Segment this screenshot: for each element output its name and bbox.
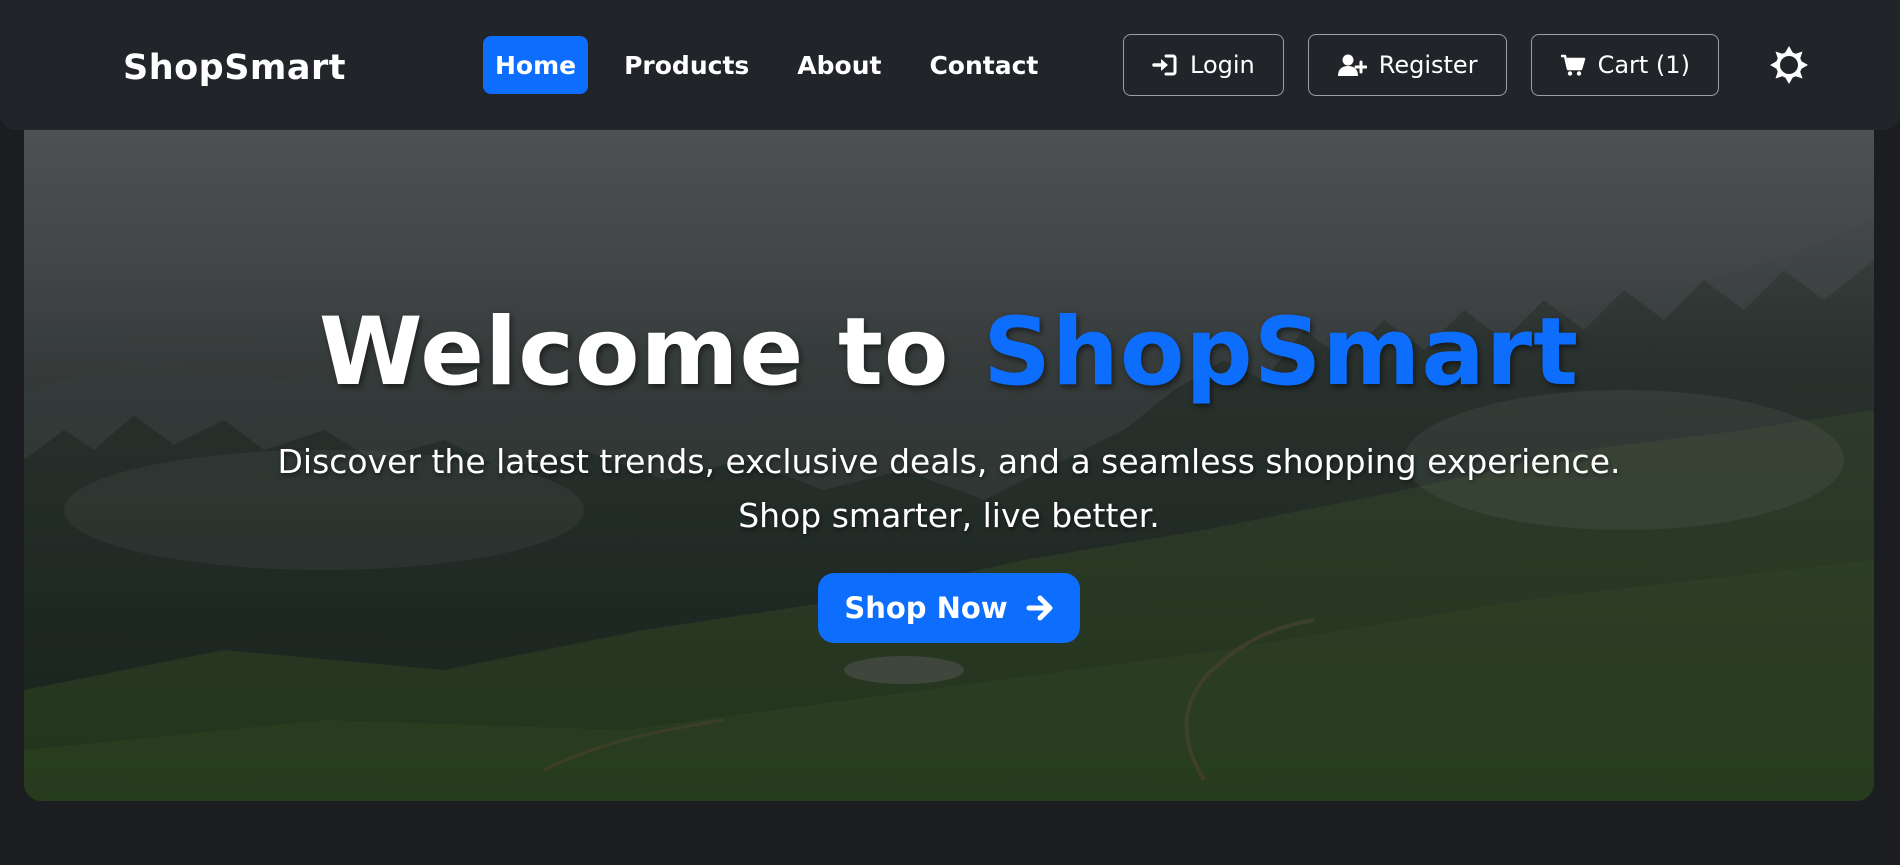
hero-subtitle-line2: Shop smarter, live better. — [738, 496, 1160, 535]
login-label: Login — [1190, 51, 1255, 79]
shop-now-button[interactable]: Shop Now — [818, 573, 1080, 643]
login-button[interactable]: Login — [1123, 34, 1284, 96]
header-actions: Login Register Cart (1) — [1123, 34, 1809, 96]
register-button[interactable]: Register — [1307, 34, 1507, 96]
hero-title-accent: ShopSmart — [983, 298, 1580, 407]
theme-toggle-button[interactable] — [1769, 45, 1809, 85]
nav-item-products[interactable]: Products — [612, 36, 761, 94]
user-plus-icon — [1337, 54, 1367, 76]
arrow-right-icon — [1026, 595, 1053, 621]
nav-links: Home Products About Contact — [483, 36, 1050, 94]
sign-in-icon — [1152, 54, 1177, 76]
hero-subtitle-line1: Discover the latest trends, exclusive de… — [277, 442, 1621, 481]
cart-button[interactable]: Cart (1) — [1530, 34, 1719, 96]
hero-subtitle: Discover the latest trends, exclusive de… — [24, 435, 1874, 543]
cart-label: Cart (1) — [1597, 51, 1690, 79]
nav-item-home[interactable]: Home — [483, 36, 589, 94]
hero-title: Welcome to ShopSmart — [24, 298, 1874, 408]
navbar: ShopSmart Home Products About Contact Lo… — [0, 0, 1900, 130]
cart-icon — [1560, 54, 1585, 76]
register-label: Register — [1378, 51, 1478, 79]
nav-item-about[interactable]: About — [785, 36, 893, 94]
shop-now-label: Shop Now — [844, 591, 1008, 625]
nav-item-contact[interactable]: Contact — [917, 36, 1050, 94]
hero-title-prefix: Welcome to — [318, 298, 984, 407]
brand-logo[interactable]: ShopSmart — [123, 48, 346, 88]
hero-banner: Welcome to ShopSmart Discover the latest… — [24, 130, 1874, 801]
hero-content: Welcome to ShopSmart Discover the latest… — [24, 130, 1874, 801]
sun-icon — [1769, 46, 1808, 84]
